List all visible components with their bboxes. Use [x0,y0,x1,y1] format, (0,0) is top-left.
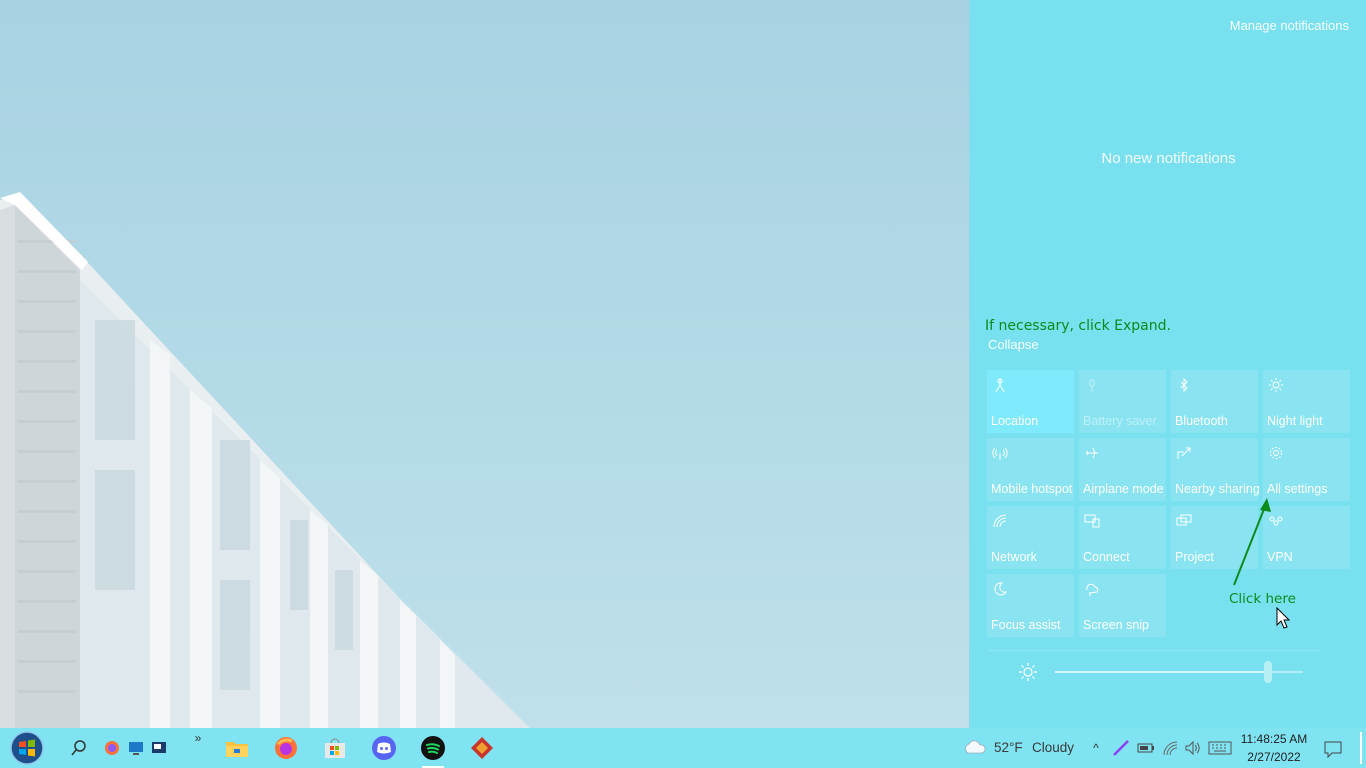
taskbar-spotify[interactable] [416,728,450,768]
tile-mobile-hotspot[interactable]: Mobile hotspot [987,438,1074,501]
cloud-icon [965,740,986,754]
connect-icon [1084,514,1100,528]
discord-icon [372,736,396,760]
taskbar: » 52°F Cloudy ^ 11:48:25 AM 2/27/2022 [0,728,1366,768]
spotify-icon [421,736,445,760]
taskbar-discord[interactable] [367,728,401,768]
show-hidden-icons-chevron-up-icon[interactable]: ^ [1088,728,1104,768]
brightness-thumb[interactable] [1264,661,1273,683]
tile-focus-assist[interactable]: Focus assist [987,574,1074,637]
quick-launch-desktop[interactable] [126,728,146,768]
windows-orb-icon [10,731,44,765]
screen-snip-icon [1086,583,1099,596]
wifi-icon[interactable] [1162,740,1180,756]
nearby-sharing-icon [1177,447,1191,459]
airplane-icon [1086,447,1098,459]
night-light-icon [1269,378,1283,392]
quick-launch-chevron-icon[interactable]: » [190,728,206,748]
start-button[interactable] [4,728,50,768]
pen-icon[interactable] [1112,740,1130,756]
tile-label: Network [991,550,1037,564]
quick-launch-window-switcher[interactable] [149,728,169,768]
location-icon [995,378,1005,393]
brightness-control [1010,652,1350,692]
taskbar-file-explorer[interactable] [220,728,254,768]
mouse-cursor-icon [1276,607,1291,629]
tile-label: Bluetooth [1175,414,1228,428]
show-desktop-icon [129,742,143,755]
folder-icon [226,742,248,757]
clock-time: 11:48:25 AM [1240,732,1308,746]
tile-label: Location [991,414,1039,428]
tile-battery-saver[interactable]: Battery saver [1079,370,1166,433]
search-icon [71,740,86,756]
tile-label: Battery saver [1083,414,1157,428]
brightness-slider[interactable] [1055,661,1303,683]
gear-icon [1270,447,1282,459]
firefox-icon [275,737,297,759]
action-center: Manage notifications No new notification… [969,0,1366,728]
brightness-fill [1055,671,1269,673]
tile-screen-snip[interactable]: Screen snip [1079,574,1166,637]
tile-airplane-mode[interactable]: Airplane mode [1079,438,1166,501]
manage-notifications-link[interactable]: Manage notifications [1230,18,1349,33]
tile-label: Night light [1267,414,1323,428]
project-icon [1176,514,1192,526]
collapse-button[interactable]: Collapse [988,337,1039,352]
taskbar-microsoft-store[interactable] [318,728,352,768]
weather-condition[interactable]: Cloudy [1032,740,1074,755]
instruction-annotation: If necessary, click Expand. [985,318,1171,334]
annotation-arrow [1233,498,1271,586]
battery-icon[interactable] [1137,741,1155,755]
tile-bluetooth[interactable]: Bluetooth [1171,370,1258,433]
tile-network[interactable]: Network [987,506,1074,569]
clock[interactable]: 11:48:25 AM 2/27/2022 [1232,730,1316,766]
click-here-annotation: Click here [1229,591,1296,607]
notification-center-icon[interactable] [1324,740,1342,758]
battery-saver-icon [1089,378,1095,392]
tile-label: Project [1175,550,1214,564]
tile-label: Focus assist [991,618,1061,632]
taskbar-firefox[interactable] [269,728,303,768]
quick-launch-firefox[interactable] [102,728,122,768]
tile-night-light[interactable]: Night light [1263,370,1350,433]
tile-label: Airplane mode [1083,482,1164,496]
tile-connect[interactable]: Connect [1079,506,1166,569]
weather-temperature[interactable]: 52°F [994,740,1023,755]
store-icon [325,738,345,758]
moon-icon [994,582,1008,596]
no-notifications-message: No new notifications [1101,150,1236,167]
desktop-wallpaper [0,0,970,728]
keyboard-icon[interactable] [1208,740,1232,756]
app-diamond-icon [471,737,493,759]
tile-label: Mobile hotspot [991,482,1073,496]
search-button[interactable] [64,728,94,768]
mobile-hotspot-icon [992,447,1008,460]
brightness-icon [1019,663,1037,681]
tile-label: Connect [1083,550,1130,564]
taskbar-app[interactable] [465,728,499,768]
tile-label: Screen snip [1083,618,1150,632]
clock-date: 2/27/2022 [1247,750,1301,764]
network-icon [993,514,1007,528]
window-switcher-icon [152,742,166,753]
show-desktop-button[interactable] [1360,732,1362,764]
firefox-icon [105,741,119,755]
building-illustration [0,192,530,728]
volume-icon[interactable] [1184,740,1202,756]
tile-location[interactable]: Location [987,370,1074,433]
bluetooth-icon [1180,377,1188,393]
divider [988,650,1320,651]
